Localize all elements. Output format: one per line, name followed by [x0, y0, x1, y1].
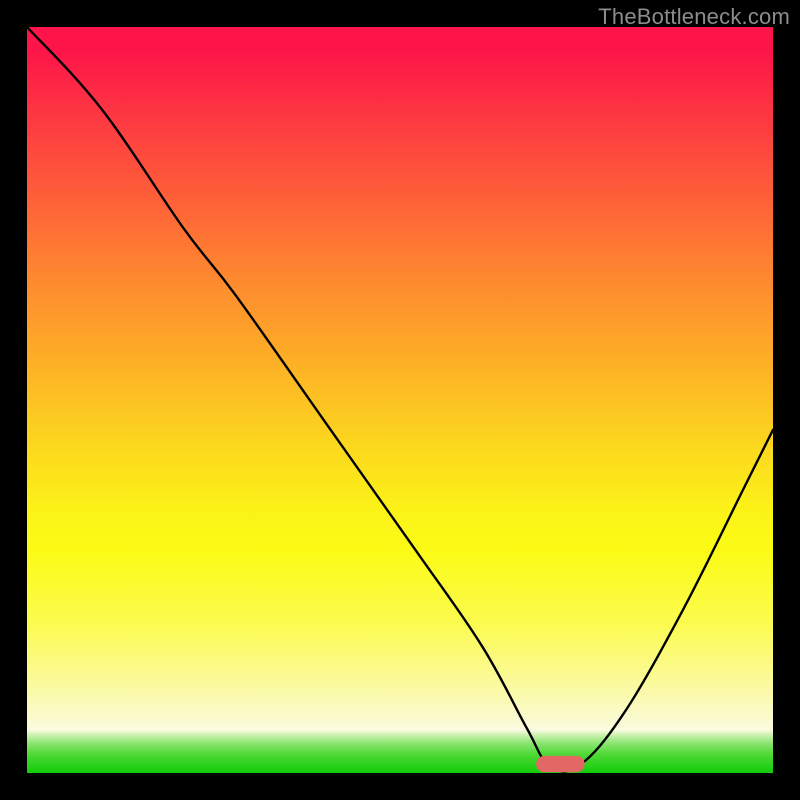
curve-layer [27, 27, 773, 773]
bottleneck-curve [27, 27, 773, 772]
optimal-region-marker [536, 756, 584, 772]
plot-area [27, 27, 773, 773]
chart-frame: TheBottleneck.com [0, 0, 800, 800]
watermark-text: TheBottleneck.com [598, 4, 790, 30]
